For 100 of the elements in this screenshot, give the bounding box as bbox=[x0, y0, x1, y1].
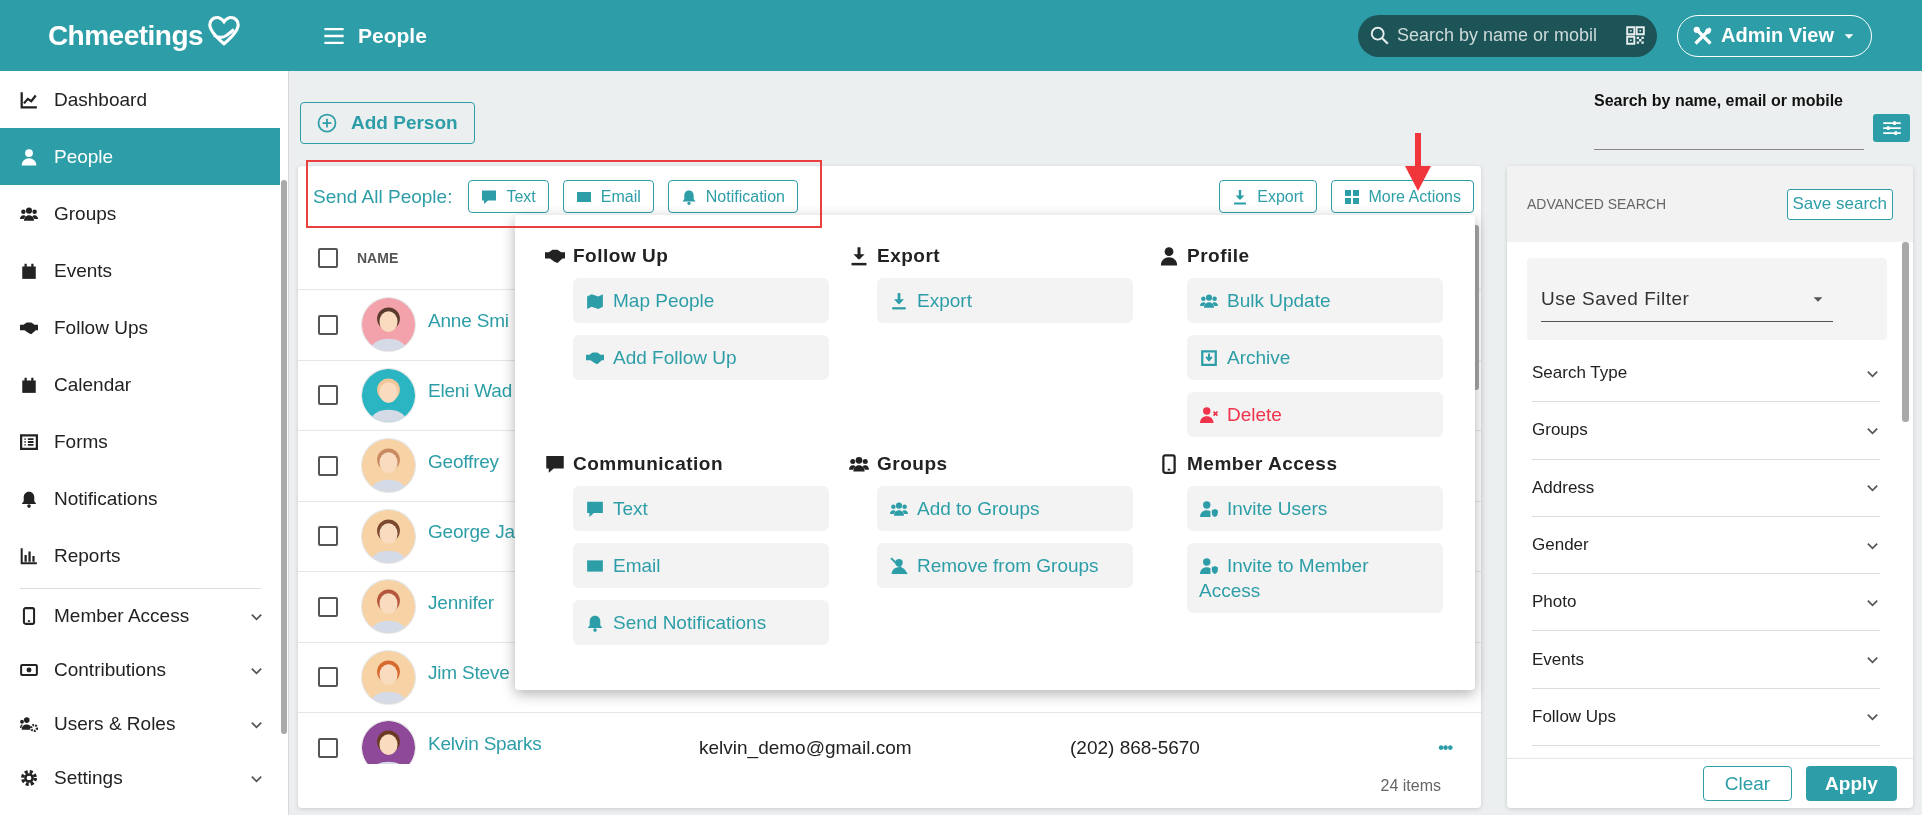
menu-item[interactable]: Bulk Update bbox=[1187, 278, 1443, 323]
apply-button[interactable]: Apply bbox=[1806, 766, 1897, 801]
grid-icon bbox=[1343, 188, 1360, 205]
menu-item[interactable]: Text bbox=[573, 486, 829, 531]
sidebar-item[interactable]: Dashboard bbox=[0, 71, 280, 128]
checkbox[interactable] bbox=[318, 526, 338, 547]
person-slash-icon bbox=[889, 557, 909, 575]
menu-item[interactable]: Invite Users bbox=[1187, 486, 1443, 531]
chat-icon bbox=[585, 500, 605, 518]
filter-row[interactable]: Gender bbox=[1532, 516, 1880, 575]
tools-icon bbox=[1693, 25, 1713, 46]
list-icon bbox=[20, 432, 38, 451]
more-actions-button[interactable]: More Actions bbox=[1330, 180, 1474, 213]
scrollbar[interactable] bbox=[1902, 242, 1909, 422]
people-icon bbox=[847, 454, 871, 474]
checkbox[interactable] bbox=[318, 737, 338, 758]
map-icon bbox=[585, 292, 605, 310]
section-title: Export bbox=[877, 245, 941, 267]
checkbox[interactable] bbox=[318, 314, 338, 335]
section-title: Communication bbox=[573, 453, 724, 475]
heart-icon bbox=[207, 13, 242, 48]
line-chart-icon bbox=[20, 90, 38, 109]
sidebar-item[interactable]: Reports bbox=[0, 527, 280, 584]
menu-item[interactable]: Archive bbox=[1187, 335, 1443, 380]
download-icon bbox=[1232, 188, 1249, 205]
phone-cell-text: (202) 868-5670 bbox=[1070, 736, 1201, 759]
gear-icon bbox=[20, 769, 38, 787]
send-button[interactable]: Text bbox=[468, 180, 549, 213]
email-cell-text: kelvin_demo@gmail.com bbox=[699, 736, 913, 759]
people-icon bbox=[889, 500, 909, 518]
filter-row[interactable]: Search Type bbox=[1532, 345, 1880, 403]
sidebar-item[interactable]: Groups bbox=[0, 185, 280, 242]
save-search-button[interactable]: Save search bbox=[1786, 188, 1893, 220]
bell-icon bbox=[680, 188, 697, 205]
avatar bbox=[360, 578, 417, 636]
filter-row[interactable]: Groups bbox=[1532, 402, 1880, 460]
search-field[interactable]: Search by name or mobil bbox=[1358, 14, 1657, 57]
menu-item[interactable]: Invite to Member Access bbox=[1187, 543, 1443, 613]
avatar bbox=[360, 648, 417, 706]
menu-item[interactable]: Map People bbox=[573, 278, 829, 323]
person-name[interactable]: Kelvin Sparks bbox=[417, 732, 699, 755]
column-header[interactable]: NAME bbox=[357, 250, 399, 266]
sidebar-item[interactable]: Contributions bbox=[0, 643, 280, 697]
checkbox[interactable] bbox=[318, 596, 338, 617]
add-person-button[interactable]: Add Person bbox=[300, 102, 475, 144]
item-count: 24 items bbox=[1380, 777, 1441, 795]
logo-text: Chmeetings bbox=[47, 19, 204, 52]
row-actions[interactable]: ••• bbox=[1438, 738, 1452, 757]
checkbox[interactable] bbox=[318, 385, 338, 406]
menu-item[interactable]: Delete bbox=[1187, 392, 1443, 437]
menu-item[interactable]: Export bbox=[877, 278, 1133, 323]
sidebar-item[interactable]: Notifications bbox=[0, 470, 280, 527]
panel-title: ADVANCED SEARCH bbox=[1527, 196, 1666, 212]
sidebar-item[interactable]: Forms bbox=[0, 413, 280, 470]
section-title: Groups bbox=[877, 453, 948, 475]
avatar bbox=[360, 719, 417, 764]
filter-button[interactable] bbox=[1873, 114, 1910, 142]
sidebar-item[interactable]: Settings bbox=[0, 751, 280, 805]
section-title: Member Access bbox=[1187, 453, 1338, 475]
export-button[interactable]: Export bbox=[1219, 180, 1317, 213]
bell-icon bbox=[20, 489, 38, 508]
filter-row[interactable]: Follow Ups bbox=[1532, 688, 1880, 747]
scrollbar[interactable] bbox=[281, 180, 287, 734]
menu-item[interactable]: Add Follow Up bbox=[573, 335, 829, 380]
sidebar-item[interactable]: Calendar bbox=[0, 356, 280, 413]
menu-item[interactable]: Remove from Groups bbox=[877, 543, 1133, 588]
bell-icon bbox=[585, 614, 605, 632]
page-title: People bbox=[358, 23, 427, 48]
calendar-icon bbox=[20, 375, 38, 394]
filter-row[interactable]: Photo bbox=[1532, 574, 1880, 632]
people-gear-icon bbox=[20, 715, 38, 733]
person-icon bbox=[20, 147, 38, 166]
clear-button[interactable]: Clear bbox=[1703, 766, 1792, 801]
sidebar-item[interactable]: People bbox=[0, 128, 280, 185]
sidebar-item[interactable]: Member Access bbox=[0, 589, 280, 643]
menu-item[interactable]: Email bbox=[573, 543, 829, 588]
avatar bbox=[360, 366, 417, 424]
phone-icon bbox=[20, 607, 38, 625]
section-title: Profile bbox=[1187, 245, 1250, 267]
checkbox[interactable] bbox=[318, 667, 338, 688]
send-button[interactable]: Notification bbox=[667, 180, 798, 213]
avatar bbox=[360, 507, 417, 565]
person-shield-icon bbox=[1199, 500, 1219, 518]
search-label: Search by name, email or mobile bbox=[1594, 92, 1844, 111]
chat-icon bbox=[543, 454, 567, 474]
sidebar-item[interactable]: Events bbox=[0, 242, 280, 299]
menu-item[interactable]: Send Notifications bbox=[573, 600, 829, 645]
annotation-arrow bbox=[1405, 133, 1431, 191]
filter-row[interactable]: Events bbox=[1532, 631, 1880, 689]
avatar bbox=[360, 437, 417, 495]
checkbox[interactable] bbox=[318, 248, 338, 268]
plus-circle-icon bbox=[317, 113, 337, 133]
menu-item[interactable]: Add to Groups bbox=[877, 486, 1133, 531]
sidebar-item[interactable]: Users & Roles bbox=[0, 697, 280, 751]
filter-row[interactable]: Address bbox=[1532, 459, 1880, 517]
person-x-icon bbox=[1199, 406, 1219, 424]
qr-code-icon bbox=[1626, 25, 1645, 45]
sidebar-item[interactable]: Follow Ups bbox=[0, 299, 280, 356]
send-button[interactable]: Email bbox=[562, 180, 654, 213]
checkbox[interactable] bbox=[318, 455, 338, 476]
